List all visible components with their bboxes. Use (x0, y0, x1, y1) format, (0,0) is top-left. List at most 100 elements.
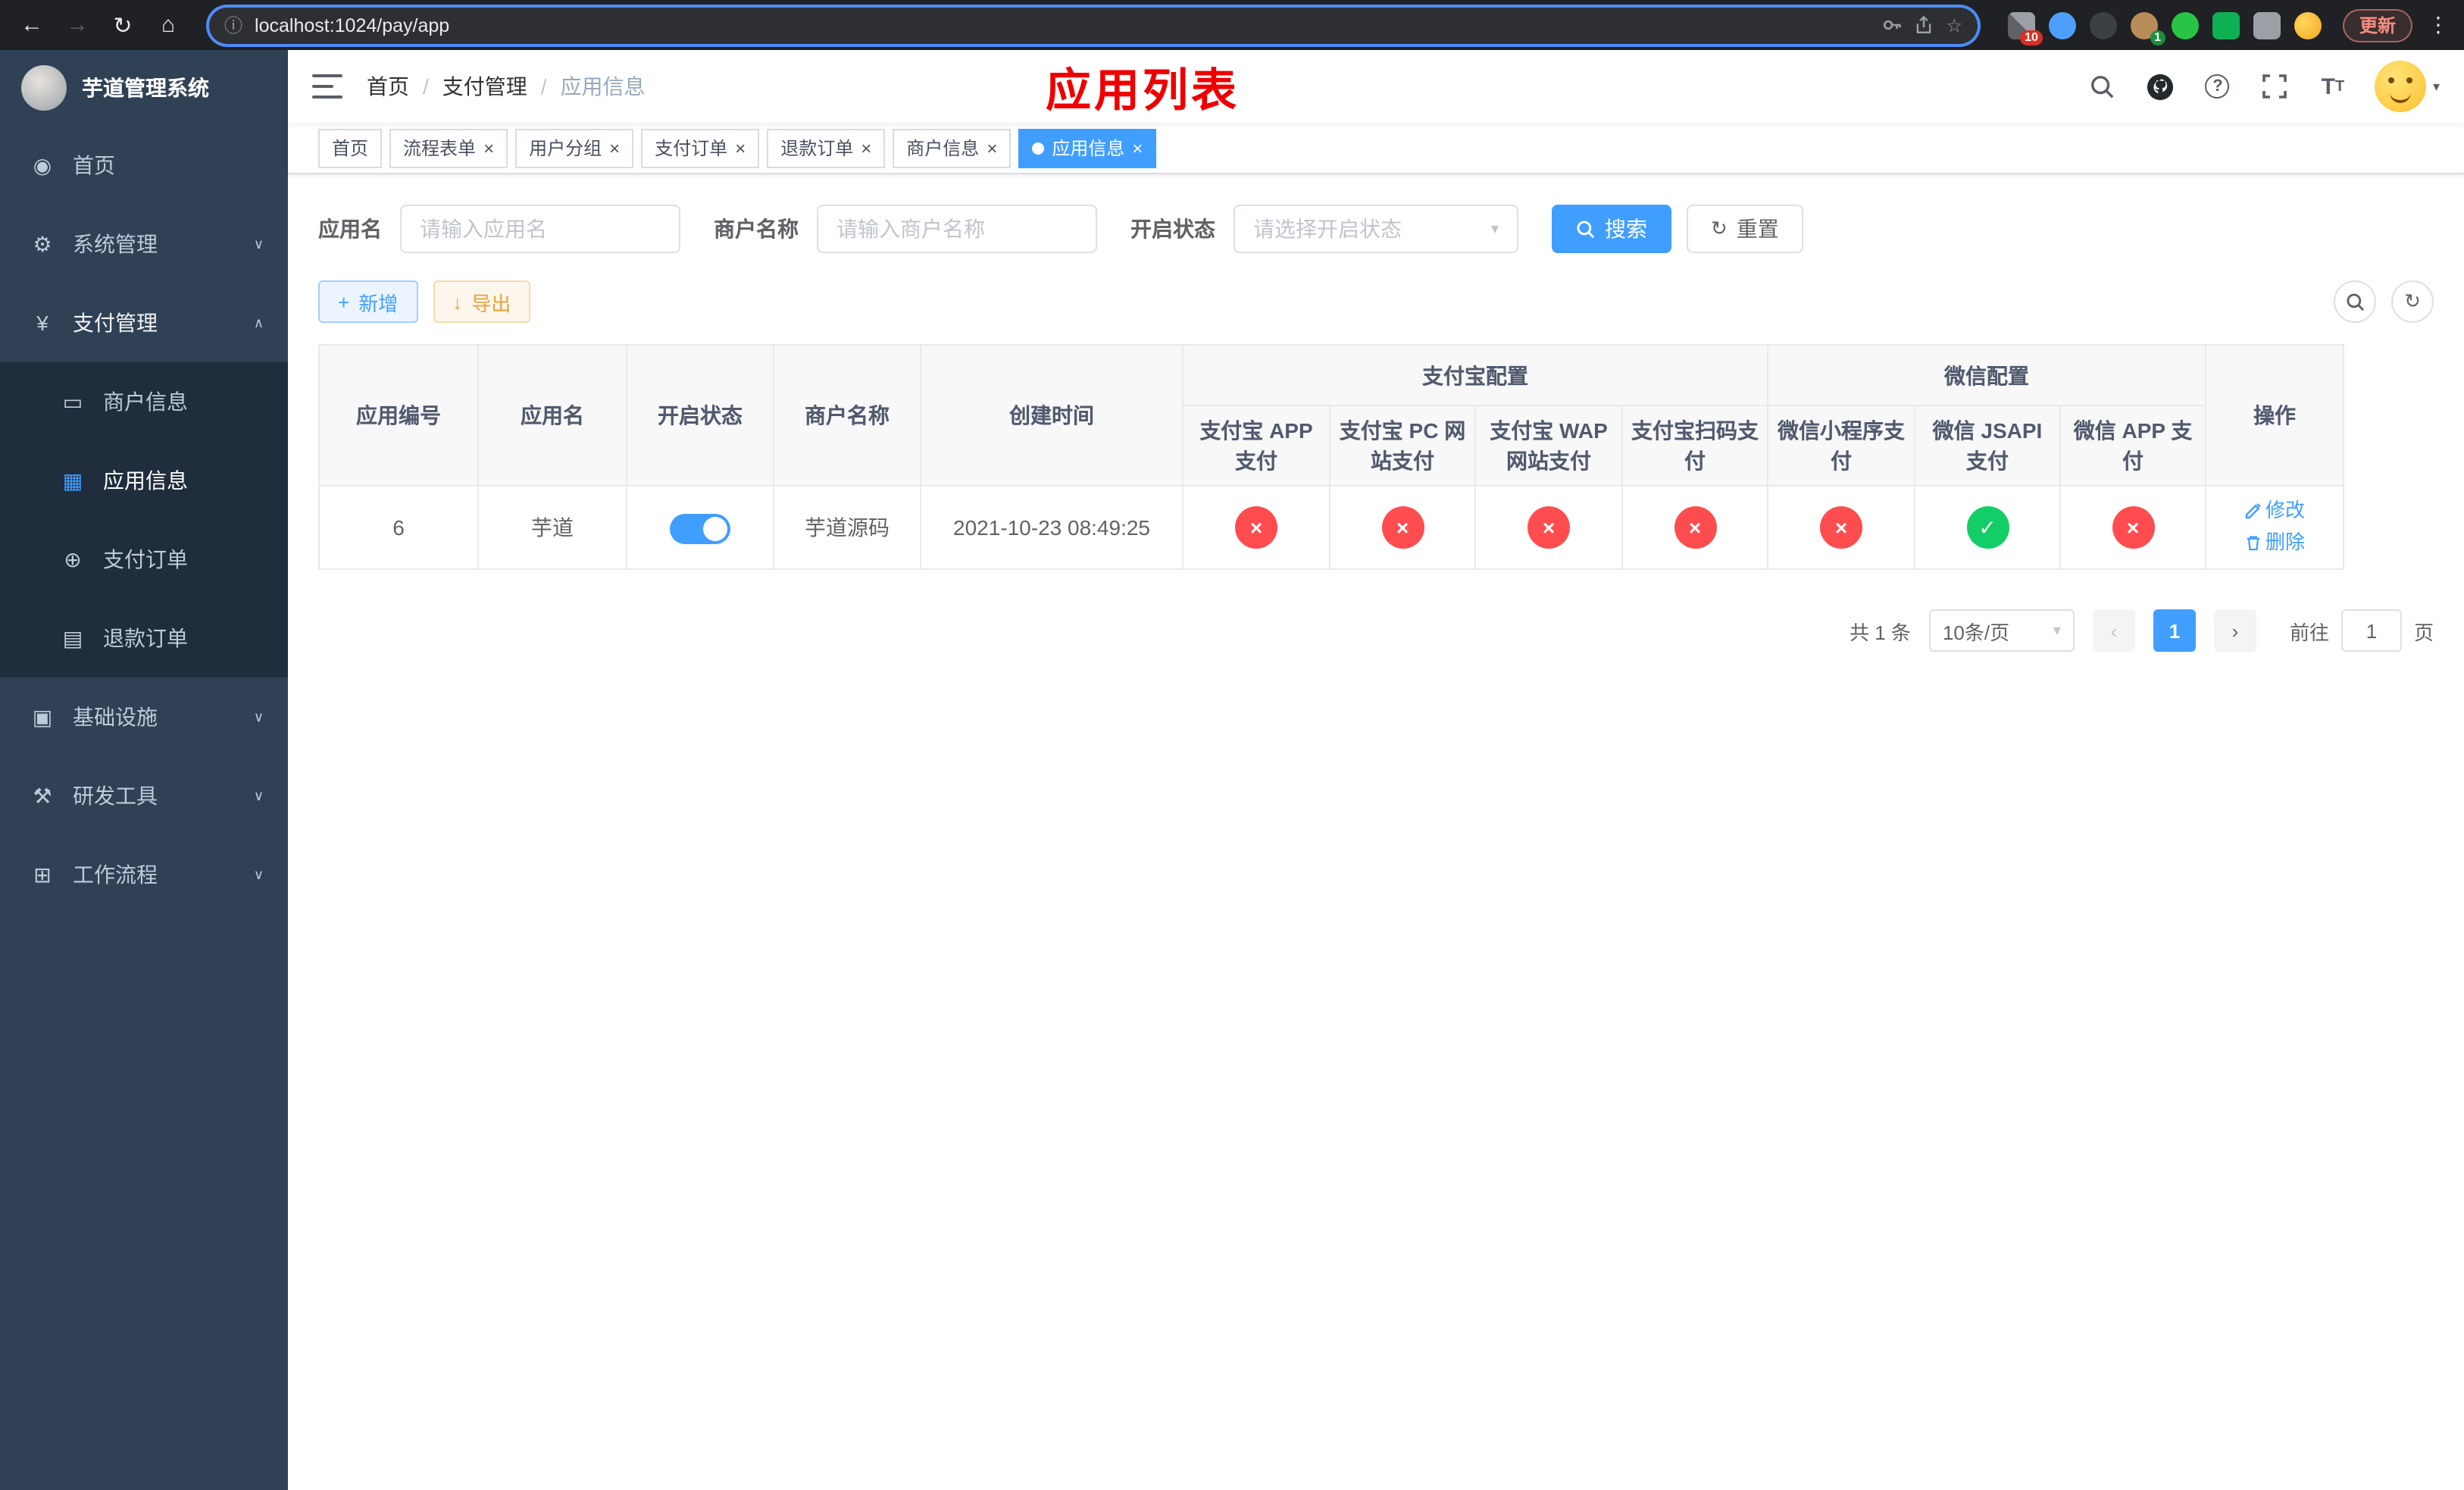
close-icon[interactable]: × (609, 139, 620, 157)
help-icon[interactable]: ? (2203, 71, 2233, 102)
extension-wechat-icon[interactable] (2171, 11, 2199, 39)
profile-avatar-icon[interactable] (2294, 11, 2322, 39)
chevron-down-icon: ▾ (2432, 78, 2440, 93)
close-icon[interactable]: × (861, 139, 871, 157)
logo[interactable]: 芋道管理系统 (0, 50, 288, 126)
back-icon[interactable]: ← (12, 5, 52, 45)
col-status: 开启状态 (626, 344, 774, 487)
sidebar-item-system[interactable]: ⚙ 系统管理 ∨ (0, 205, 288, 283)
sidebar-item-payment[interactable]: ¥ 支付管理 ∧ (0, 283, 288, 362)
sidebar-item-merchant-info[interactable]: ▭ 商户信息 (0, 362, 288, 441)
sidebar-item-dev-tools[interactable]: ⚒ 研发工具 ∨ (0, 756, 288, 835)
pagination: 共 1 条 10条/页 ▾ ‹ 1 › 前往 页 (318, 609, 2434, 652)
tab-label: 流程表单 (403, 138, 477, 159)
add-button[interactable]: + 新增 (318, 280, 418, 323)
col-alipay-app: 支付宝 APP 支付 (1182, 405, 1330, 487)
sidebar-item-home[interactable]: ◉ 首页 (0, 126, 288, 205)
page-title-overlay: 应用列表 (1046, 67, 1240, 117)
bookmark-star-icon[interactable]: ☆ (1946, 14, 1962, 36)
search-button[interactable]: 搜索 (1552, 205, 1671, 253)
chevron-down-icon: ∨ (253, 866, 264, 881)
top-navbar: 首页 / 支付管理 / 应用信息 应用列表 ? T T ▾ (288, 50, 2464, 123)
edit-link[interactable]: 修改 (2244, 496, 2305, 526)
extension-blocks-icon[interactable]: 10 (2007, 11, 2043, 45)
search-icon (1576, 219, 1596, 239)
url-text[interactable]: localhost:1024/pay/app (255, 14, 1870, 36)
tab-process-form[interactable]: 流程表单 × (389, 128, 508, 167)
extensions-area: 10 1 (1999, 11, 2331, 45)
export-button[interactable]: ↓ 导出 (433, 280, 531, 323)
tabs-bar: 首页 流程表单 × 用户分组 × 支付订单 × 退款订单 × 商户信息 × 应用… (288, 123, 2464, 174)
wx-jsapi-status-icon: ✓ (1966, 506, 2009, 549)
order-icon: ⊕ (64, 546, 82, 571)
search-icon[interactable] (2087, 71, 2118, 102)
reset-button[interactable]: ↻ 重置 (1687, 205, 1803, 253)
page-size-select[interactable]: 10条/页 ▾ (1928, 609, 2075, 652)
font-size-icon[interactable]: TT (2318, 71, 2348, 102)
tools-icon: ⚒ (33, 783, 52, 807)
chevron-down-icon: ▾ (2053, 622, 2061, 639)
extension-avatar-icon[interactable]: 1 (2130, 11, 2165, 45)
refresh-table-button[interactable]: ↻ (2391, 280, 2434, 323)
sidebar-item-workflow[interactable]: ⊞ 工作流程 ∨ (0, 835, 288, 914)
tab-refund-orders[interactable]: 退款订单 × (767, 128, 886, 167)
app-name-input[interactable] (400, 205, 680, 253)
breadcrumb-home[interactable]: 首页 (367, 71, 409, 102)
tab-user-group[interactable]: 用户分组 × (515, 128, 634, 167)
total-count: 共 1 条 (1850, 621, 1911, 643)
page-number-1[interactable]: 1 (2153, 609, 2196, 652)
tab-pay-orders[interactable]: 支付订单 × (641, 128, 760, 167)
chrome-update-button[interactable]: 更新 (2342, 8, 2412, 42)
page-content: 应用名 商户名称 开启状态 请选择开启状态 ▾ 搜索 (288, 174, 2464, 1490)
extension-blue-icon[interactable] (2048, 11, 2076, 39)
toggle-search-button[interactable] (2334, 280, 2376, 323)
goto-page-input[interactable] (2340, 609, 2402, 652)
status-select[interactable]: 请选择开启状态 ▾ (1234, 205, 1518, 253)
reload-icon[interactable]: ↻ (103, 5, 142, 45)
extension-dark-icon[interactable] (2089, 11, 2117, 39)
navbar-actions: ? TT ▾ (2087, 61, 2440, 112)
home-icon[interactable]: ⌂ (149, 5, 188, 45)
sidebar-item-infrastructure[interactable]: ▣ 基础设施 ∨ (0, 678, 288, 756)
next-page-button[interactable]: › (2213, 609, 2256, 652)
sidebar-item-refund-orders[interactable]: ▤ 退款订单 (0, 599, 288, 678)
doc-icon: ▤ (62, 625, 83, 650)
extension-badge: 10 (2020, 30, 2043, 45)
close-icon[interactable]: × (987, 139, 997, 157)
fullscreen-icon[interactable] (2260, 71, 2290, 102)
password-key-icon[interactable] (1882, 15, 1902, 35)
user-menu[interactable]: ▾ (2375, 61, 2440, 112)
sidebar-item-pay-orders[interactable]: ⊕ 支付订单 (0, 520, 288, 599)
grid-icon: ▦ (62, 468, 83, 492)
site-info-icon[interactable]: ⓘ (224, 12, 242, 38)
chevron-down-icon: ▾ (1490, 221, 1499, 237)
sidebar-item-label: 支付订单 (103, 547, 188, 571)
merchant-name-input[interactable] (817, 205, 1097, 253)
chrome-menu-icon[interactable]: ⋮ (2425, 12, 2452, 38)
apps-table: 应用编号 应用名 开启状态 商户名称 创建时间 支付宝配置 微信配置 操作 支付… (318, 344, 2345, 570)
goto-label: 前往 (2289, 621, 2329, 643)
prev-page-button[interactable]: ‹ (2092, 609, 2135, 652)
delete-link[interactable]: 删除 (2244, 527, 2305, 558)
tab-merchant-info[interactable]: 商户信息 × (893, 128, 1012, 167)
alipay-qr-status-icon: × (1674, 506, 1716, 549)
tab-app-info[interactable]: 应用信息 × (1018, 128, 1157, 167)
payment-submenu: ▭ 商户信息 ▦ 应用信息 ⊕ 支付订单 ▤ 退款订单 (0, 362, 288, 678)
sidebar-item-app-info[interactable]: ▦ 应用信息 (0, 441, 288, 520)
breadcrumb-payment[interactable]: 支付管理 (442, 71, 527, 102)
address-bar[interactable]: ⓘ localhost:1024/pay/app ☆ (209, 7, 1978, 43)
tab-home[interactable]: 首页 (318, 128, 383, 167)
github-icon[interactable] (2145, 71, 2175, 102)
extension-green-square-icon[interactable] (2212, 11, 2240, 39)
sidebar-item-label: 研发工具 (73, 784, 158, 808)
extension-puzzle-icon[interactable] (2253, 11, 2281, 39)
close-icon[interactable]: × (483, 139, 494, 157)
collapse-sidebar-icon[interactable] (312, 74, 342, 99)
cell-created: 2021-10-23 08:49:25 (920, 485, 1184, 570)
status-toggle[interactable] (670, 513, 730, 544)
close-icon[interactable]: × (1132, 139, 1143, 157)
forward-icon[interactable]: → (58, 5, 97, 45)
share-icon[interactable] (1914, 15, 1934, 35)
close-icon[interactable]: × (735, 139, 746, 157)
sidebar-item-label: 系统管理 (73, 232, 158, 256)
